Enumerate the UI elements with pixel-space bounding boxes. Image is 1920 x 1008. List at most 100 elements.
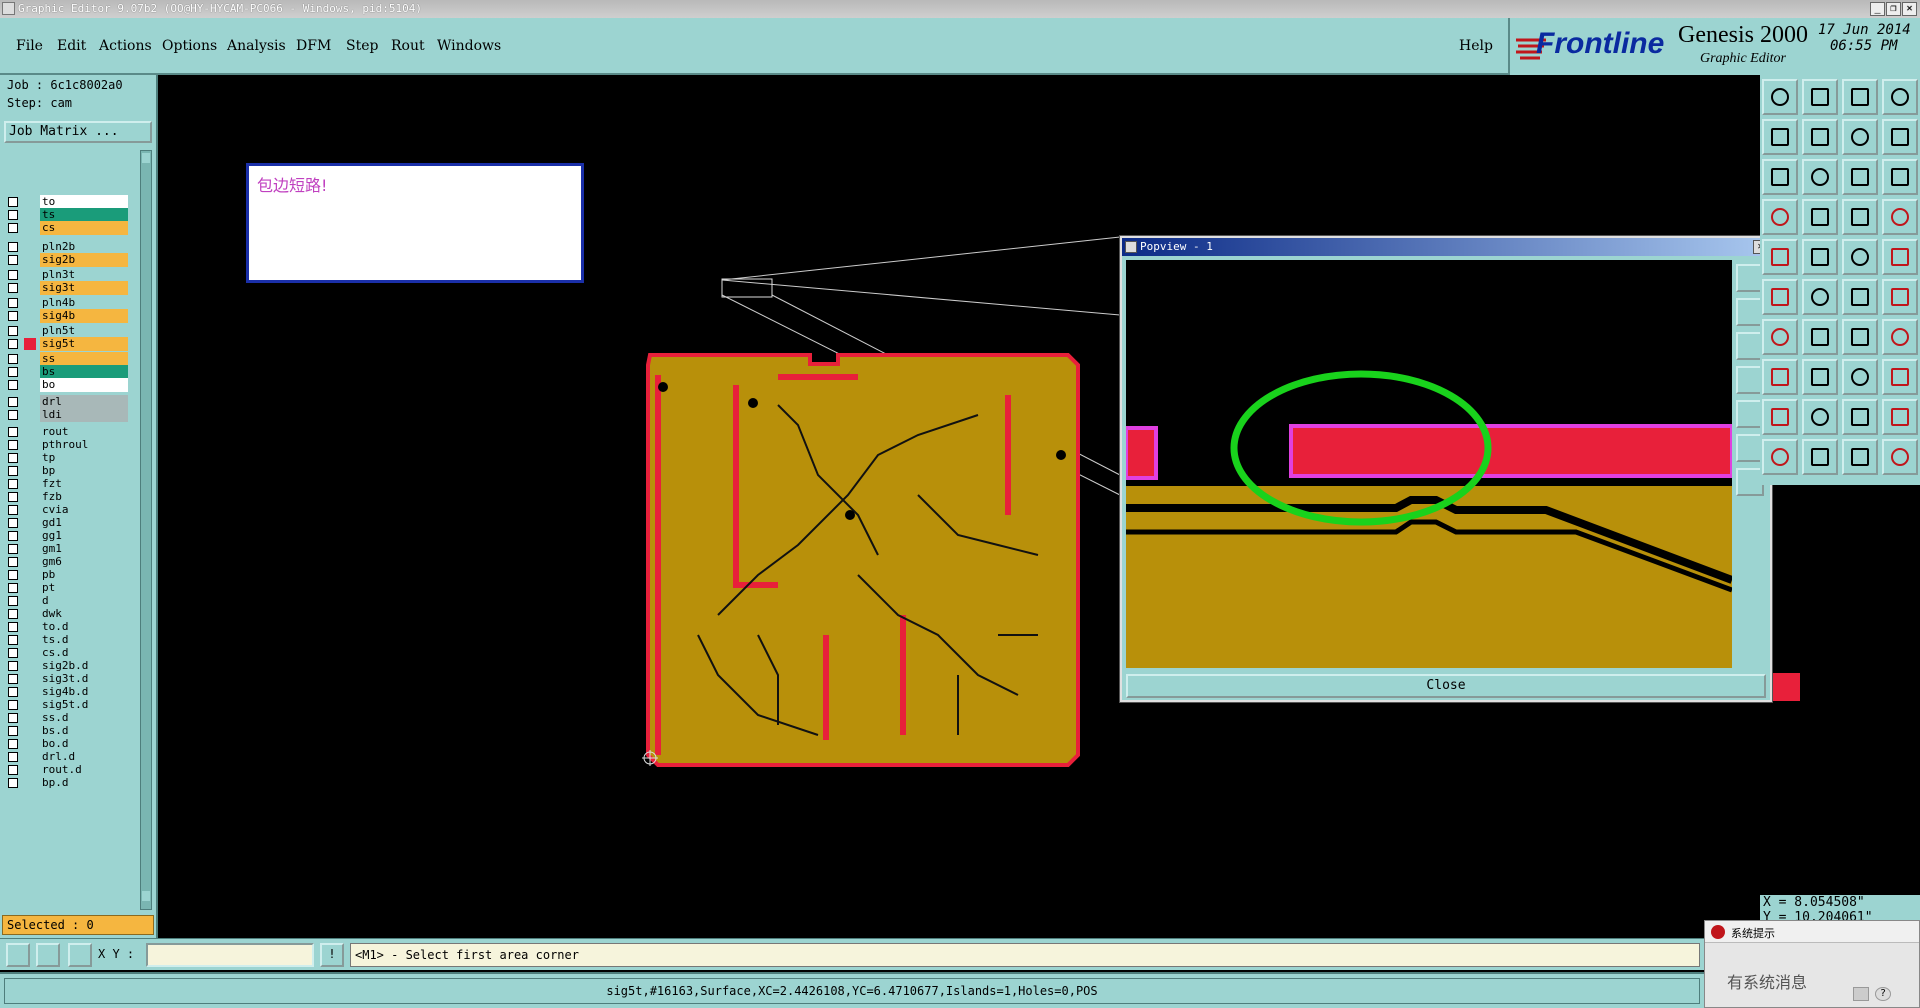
layer-row-bo[interactable]: bo [6,378,128,392]
layer-color-swatch[interactable] [24,725,36,737]
layer-color-swatch[interactable] [24,338,36,350]
line-icon[interactable] [1842,239,1878,275]
layer-row-pln3t[interactable]: pln3t [6,268,128,282]
text-a-icon[interactable] [1762,399,1798,435]
layer-checkbox[interactable] [8,453,18,463]
layer-checkbox[interactable] [8,223,18,233]
select-icon[interactable] [1762,439,1798,475]
layer-checkbox[interactable] [8,380,18,390]
layer-row-sig4b[interactable]: sig4b [6,309,128,323]
layer-name[interactable]: cs.d [40,646,128,660]
pcb-board[interactable] [646,353,1080,767]
layer-row-gm6[interactable]: gm6 [6,555,128,569]
menu-options[interactable]: Options [162,38,217,54]
menu-edit[interactable]: Edit [57,38,86,54]
layer-name[interactable]: rout.d [40,763,128,777]
layer-checkbox[interactable] [8,283,18,293]
layer-color-swatch[interactable] [24,686,36,698]
menu-rout[interactable]: Rout [391,38,425,54]
layer-checkbox[interactable] [8,622,18,632]
layer-color-swatch[interactable] [24,634,36,646]
layer-name[interactable]: sig5t [40,337,128,351]
layer-row-cs[interactable]: cs [6,221,128,235]
layer-color-swatch[interactable] [24,777,36,789]
layer-name[interactable]: sig2b.d [40,659,128,673]
menu-dfm[interactable]: DFM [296,38,331,54]
layer-name[interactable]: sig4b.d [40,685,128,699]
add-pad-icon[interactable] [1762,279,1798,315]
prev-step-icon[interactable] [1762,119,1798,155]
zoom-home-icon[interactable] [1802,159,1838,195]
menu-help[interactable]: Help [1459,38,1493,54]
layer-row-sig5t[interactable]: sig5t [6,337,128,351]
layer-color-swatch[interactable] [24,478,36,490]
grid-icon[interactable] [68,943,92,967]
layer-checkbox[interactable] [8,367,18,377]
layer-color-swatch[interactable] [24,738,36,750]
rotate-icon[interactable] [1842,319,1878,355]
drag-icon[interactable] [1882,279,1918,315]
layer-name[interactable]: ldi [40,408,128,422]
layer-color-swatch[interactable] [24,712,36,724]
layer-name[interactable]: sig5t.d [40,698,128,712]
net-icon[interactable] [1842,199,1878,235]
layer-checkbox[interactable] [8,531,18,541]
settings-icon[interactable] [1762,199,1798,235]
measure-line-icon[interactable] [1802,359,1838,395]
layer-color-swatch[interactable] [24,254,36,266]
layer-row-bp-d[interactable]: bp.d [6,776,128,790]
layer-checkbox[interactable] [8,739,18,749]
maximize-button[interactable]: ❐ [1886,2,1901,16]
layer-checkbox[interactable] [8,635,18,645]
menu-analysis[interactable]: Analysis [227,38,286,54]
xy-input[interactable] [146,943,314,967]
layer-checkbox[interactable] [8,339,18,349]
layer-color-swatch[interactable] [24,582,36,594]
layer-row-pln2b[interactable]: pln2b [6,240,128,254]
delete-icon[interactable] [1802,279,1838,315]
layer-checkbox[interactable] [8,674,18,684]
layer-checkbox[interactable] [8,609,18,619]
layer-color-swatch[interactable] [24,325,36,337]
layer-name[interactable]: cvia [40,503,128,517]
layer-row-gg1[interactable]: gg1 [6,529,128,543]
layer-name[interactable]: gd1 [40,516,128,530]
snap-mode-icon[interactable] [6,943,30,967]
mirror-icon[interactable] [1842,119,1878,155]
edit-line-icon[interactable] [1762,319,1798,355]
next-step-icon[interactable] [1802,119,1838,155]
layer-checkbox[interactable] [8,596,18,606]
layer-name[interactable]: pln4b [40,296,128,310]
layer-color-swatch[interactable] [24,764,36,776]
layer-row-drl-d[interactable]: drl.d [6,750,128,764]
layer-checkbox[interactable] [8,765,18,775]
layer-row-sig5t-d[interactable]: sig5t.d [6,698,128,712]
layer-checkbox[interactable] [8,440,18,450]
split-icon[interactable] [1882,319,1918,355]
layer-color-swatch[interactable] [24,366,36,378]
layer-name[interactable]: pln5t [40,324,128,338]
layer-row-ts-d[interactable]: ts.d [6,633,128,647]
copy-icon[interactable] [1882,359,1918,395]
layer-list-scrollbar[interactable] [140,150,152,910]
layer-checkbox[interactable] [8,687,18,697]
layer-color-swatch[interactable] [24,751,36,763]
layer-checkbox[interactable] [8,713,18,723]
layer-row-cs-d[interactable]: cs.d [6,646,128,660]
layer-color-swatch[interactable] [24,491,36,503]
minimize-button[interactable]: _ [1870,2,1885,16]
view-icon[interactable] [1762,239,1798,275]
layer-checkbox[interactable] [8,479,18,489]
route-icon[interactable] [1882,199,1918,235]
layer-name[interactable]: ss.d [40,711,128,725]
layer-color-swatch[interactable] [24,241,36,253]
layer-name[interactable]: sig3t [40,281,128,295]
open-job-icon[interactable] [1762,79,1798,115]
layer-name[interactable]: to.d [40,620,128,634]
layer-row-rout-d[interactable]: rout.d [6,763,128,777]
layer-checkbox[interactable] [8,410,18,420]
layer-name[interactable]: bp [40,464,128,478]
layer-name[interactable]: pln3t [40,268,128,282]
layer-color-swatch[interactable] [24,621,36,633]
layer-checkbox[interactable] [8,466,18,476]
